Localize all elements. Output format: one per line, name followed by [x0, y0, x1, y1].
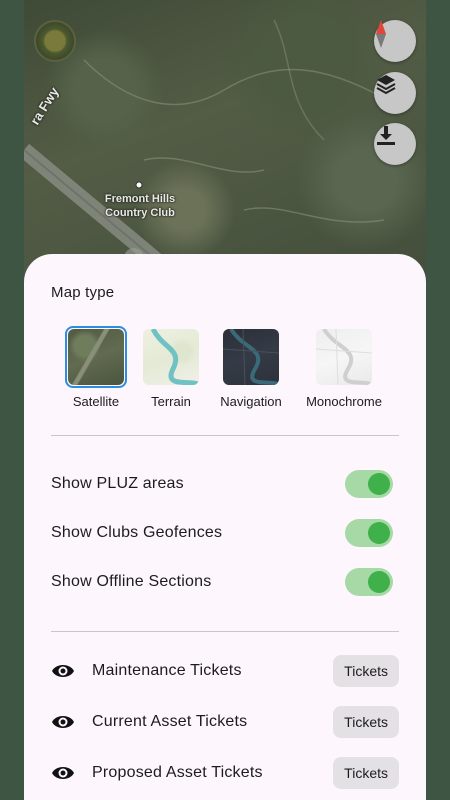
map-type-terrain[interactable]: Terrain — [131, 326, 211, 409]
toggle-row-geofences: Show Clubs Geofences — [51, 518, 393, 548]
eye-icon[interactable] — [51, 659, 75, 683]
club-geofences-switch[interactable] — [345, 519, 393, 547]
proposed-asset-tickets-button[interactable]: Tickets — [333, 757, 399, 789]
eye-icon[interactable] — [51, 710, 75, 734]
map-settings-sheet: Map type Satellite Terrain Navigation Mo… — [24, 254, 426, 800]
toggle-label: Show Offline Sections — [51, 573, 212, 590]
ticket-label: Current Asset Tickets — [92, 713, 248, 730]
ticket-row-proposed-asset: Proposed Asset Tickets Tickets — [51, 757, 399, 789]
divider — [51, 631, 399, 632]
map-type-thumb — [140, 326, 202, 388]
ticket-row-current-asset: Current Asset Tickets Tickets — [51, 706, 399, 738]
app-screen: ra Fwy Fremont Hills Country Club Map ty… — [24, 0, 426, 800]
monochrome-thumbnail — [316, 329, 372, 385]
current-asset-tickets-button[interactable]: Tickets — [333, 706, 399, 738]
map-type-thumb-selected — [65, 326, 127, 388]
map-type-thumb — [313, 326, 375, 388]
ticket-label: Maintenance Tickets — [92, 662, 242, 679]
map-type-label: Monochrome — [306, 394, 382, 409]
toggle-row-offline: Show Offline Sections — [51, 567, 393, 597]
offline-sections-switch[interactable] — [345, 568, 393, 596]
map-type-title: Map type — [51, 284, 115, 301]
map-type-monochrome[interactable]: Monochrome — [300, 326, 388, 409]
pluz-areas-switch[interactable] — [345, 470, 393, 498]
terrain-thumbnail — [143, 329, 199, 385]
map-type-label: Satellite — [72, 394, 120, 409]
map-type-label: Navigation — [220, 394, 282, 409]
eye-icon[interactable] — [51, 761, 75, 785]
toggle-row-pluz: Show PLUZ areas — [51, 469, 393, 499]
ticket-row-maintenance: Maintenance Tickets Tickets — [51, 655, 399, 687]
compass-button[interactable] — [374, 20, 416, 62]
layers-button[interactable] — [374, 72, 416, 114]
ticket-label: Proposed Asset Tickets — [92, 764, 263, 781]
switch-knob — [368, 522, 390, 544]
navigation-thumbnail — [223, 329, 279, 385]
divider — [51, 435, 399, 436]
map-type-satellite[interactable]: Satellite — [51, 326, 141, 409]
switch-knob — [368, 473, 390, 495]
toggle-label: Show PLUZ areas — [51, 475, 184, 492]
map-type-label: Terrain — [151, 394, 191, 409]
maintenance-tickets-button[interactable]: Tickets — [333, 655, 399, 687]
map-type-navigation[interactable]: Navigation — [210, 326, 292, 409]
satellite-thumbnail — [68, 329, 124, 385]
map-type-thumb — [220, 326, 282, 388]
map-type-selector: Satellite Terrain Navigation Monochrome — [51, 326, 399, 416]
avatar[interactable] — [34, 20, 76, 62]
switch-knob — [368, 571, 390, 593]
toggle-label: Show Clubs Geofences — [51, 524, 223, 541]
place-label: Fremont Hills Country Club — [104, 193, 176, 219]
download-button[interactable] — [374, 123, 416, 165]
